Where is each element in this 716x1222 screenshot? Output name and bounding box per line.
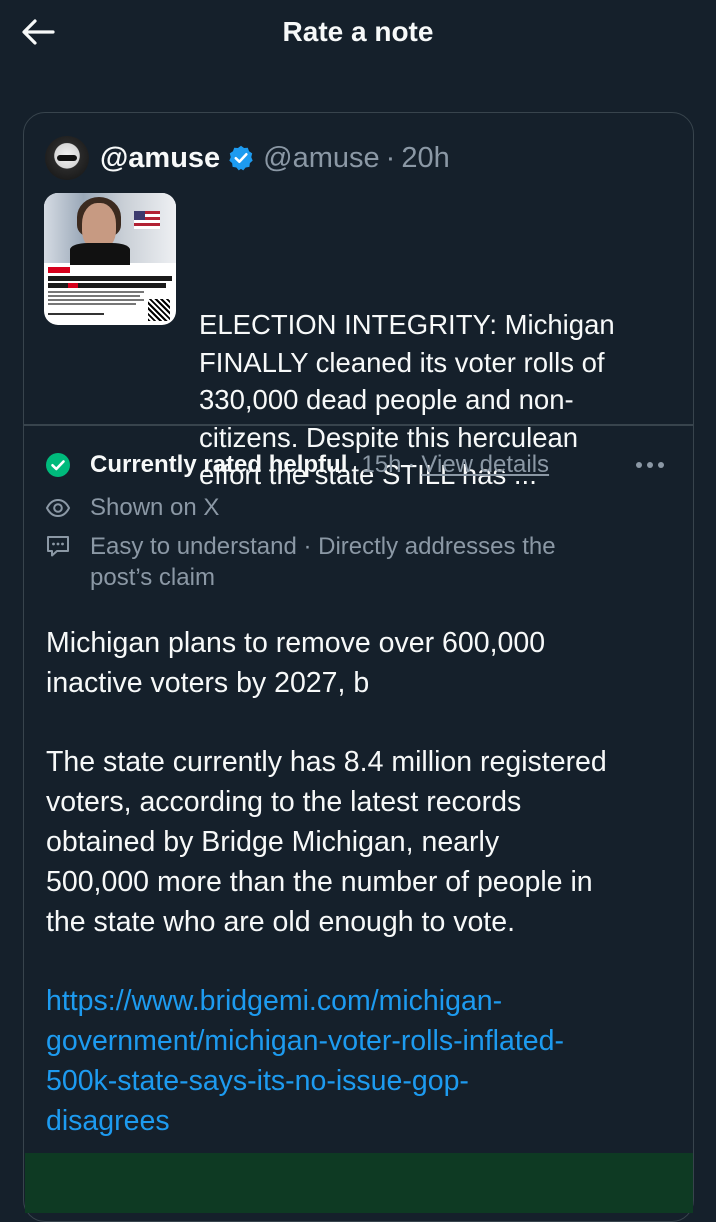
note-tags-row: Easy to understand · Directly addresses … [45,531,556,593]
note-timestamp: 15h [361,451,402,478]
note-text-line: 500,000 more than the number of people i… [46,866,593,898]
note-tags-line: post’s claim [90,564,215,591]
shown-on-label: Shown on X [90,494,220,521]
post-media-thumbnail[interactable] [44,193,176,325]
source-link-line[interactable]: disagrees [46,1101,686,1141]
source-link-line[interactable]: https://www.bridgemi.com/michigan- [46,981,686,1021]
comment-icon [45,533,71,559]
post-handle: @amuse [263,142,380,174]
note-text-line: voters, according to the latest records [46,786,522,818]
note-text-line: obtained by Bridge Michigan, nearly [46,826,500,858]
note-body: Michigan plans to remove over 600,000 in… [46,623,686,1141]
post-text-line: FINALLY cleaned its voter rolls of [199,346,605,378]
check-circle-icon [45,452,71,478]
avatar[interactable] [45,136,89,180]
note-tags-line: Easy to understand · Directly addresses … [90,533,556,560]
source-link[interactable]: https://www.bridgemi.com/michigan- gover… [46,981,686,1141]
top-bar: Rate a note [0,0,716,64]
separator: · [385,142,396,174]
verified-badge-icon [227,144,255,172]
eye-icon [45,495,71,521]
note-status-row: Currently rated helpful 15h · View detai… [45,449,549,481]
more-options-button[interactable] [634,451,666,479]
bottom-action-bar[interactable] [25,1153,693,1213]
post-text-line: ELECTION INTEGRITY: Michigan [199,309,615,340]
separator: · [407,451,416,478]
source-link-line[interactable]: 500k-state-says-its-no-issue-gop- [46,1061,686,1101]
post-header: @amuse @amuse · 20h [100,139,450,177]
view-details-link[interactable]: View details [421,451,549,479]
post-text-line: 330,000 dead people and non- [199,384,574,415]
post-timestamp: 20h [401,142,450,174]
note-text-line: The state currently has 8.4 million regi… [46,746,607,778]
note-status-label: Currently rated helpful [90,451,348,478]
post-display-name[interactable]: @amuse [100,139,220,177]
page-title: Rate a note [282,16,434,47]
note-text-line: the state who are old enough to vote. [46,906,515,938]
more-horizontal-icon [635,461,665,469]
shown-on-row: Shown on X [45,492,219,524]
quoted-post[interactable]: @amuse @amuse · 20h ELECTION INTEGRITY: … [24,113,693,490]
source-link-line[interactable]: government/michigan-voter-rolls-inflated… [46,1021,686,1061]
note-text-line: Michigan plans to remove over 600,000 [46,627,546,659]
note-text-line: inactive voters by 2027, b [46,667,370,699]
